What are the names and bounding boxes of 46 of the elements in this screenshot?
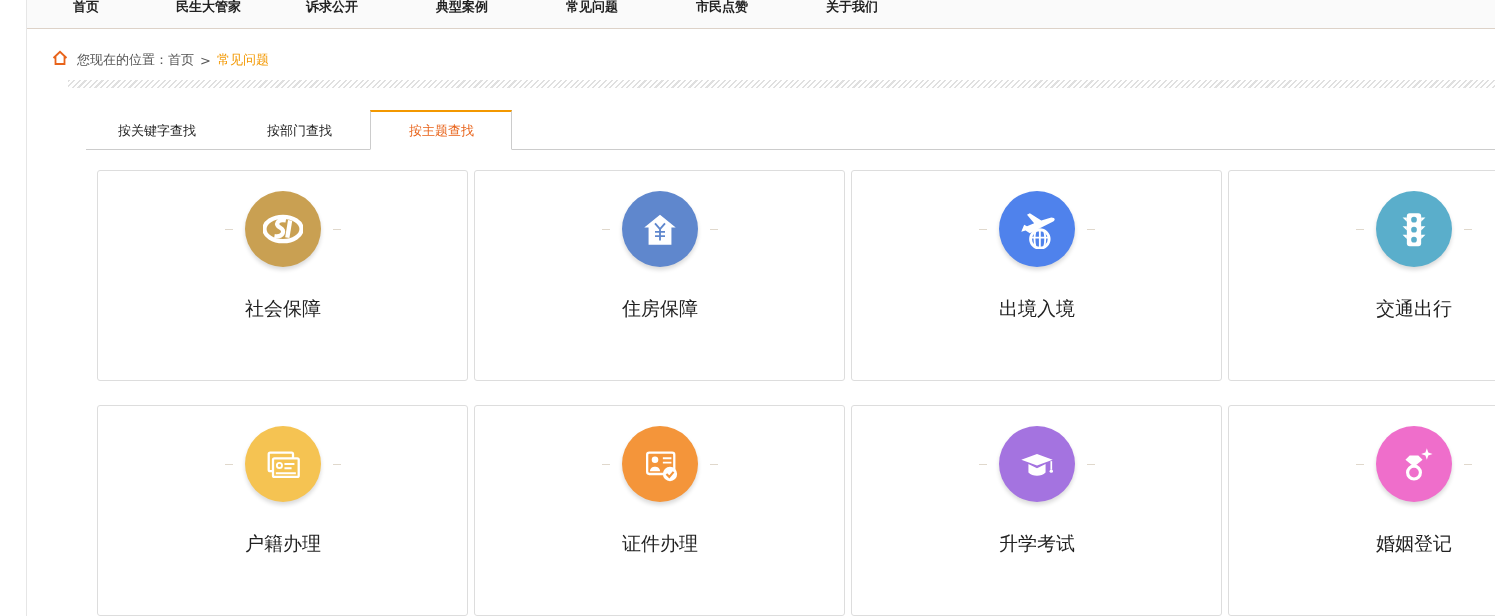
topic-title: 户籍办理 <box>244 531 321 556</box>
topic-card[interactable]: 证件办理 <box>474 405 845 616</box>
topic-card[interactable]: 升学考试 <box>851 405 1222 616</box>
nav-link[interactable]: 常见问题 <box>566 0 696 14</box>
tab[interactable]: 按关键字查找 <box>86 110 228 150</box>
topic-title: 出境入境 <box>998 296 1075 321</box>
dash-mark <box>1463 228 1472 230</box>
topic-title: 住房保障 <box>621 296 698 321</box>
dash-mark <box>601 228 610 230</box>
topic-card[interactable]: 住房保障 <box>474 170 845 381</box>
topic-card[interactable]: 社会保障 <box>97 170 468 381</box>
dash-mark <box>224 228 233 230</box>
dash-mark <box>1355 228 1364 230</box>
topic-card[interactable]: 婚姻登记 <box>1228 405 1495 616</box>
nav-link[interactable]: 民生大管家 <box>176 0 306 14</box>
dash-mark <box>709 228 718 230</box>
dash-mark <box>224 463 233 465</box>
topic-card[interactable]: 出境入境 <box>851 170 1222 381</box>
nav-link[interactable]: 首页 <box>73 0 176 14</box>
topic-title: 升学考试 <box>998 531 1075 556</box>
dash-mark <box>1463 463 1472 465</box>
dash-mark <box>978 228 987 230</box>
topic-title: 交通出行 <box>1375 296 1452 321</box>
nav-link[interactable]: 关于我们 <box>826 0 956 14</box>
tab[interactable]: 按主题查找 <box>370 110 512 150</box>
nav-link[interactable]: 典型案例 <box>436 0 566 14</box>
topic-title: 证件办理 <box>621 531 698 556</box>
dash-mark <box>1086 228 1095 230</box>
topic-title: 婚姻登记 <box>1375 531 1452 556</box>
dash-mark <box>709 463 718 465</box>
dash-mark <box>332 463 341 465</box>
topic-card[interactable]: 交通出行 <box>1228 170 1495 381</box>
dash-mark <box>332 228 341 230</box>
topic-card[interactable]: 户籍办理 <box>97 405 468 616</box>
tab[interactable]: 按部门查找 <box>228 110 370 150</box>
breadcrumb-separator: > <box>200 52 211 68</box>
nav-link[interactable]: 诉求公开 <box>306 0 436 14</box>
dash-mark <box>1355 463 1364 465</box>
dash-mark <box>978 463 987 465</box>
breadcrumb-label: 您现在的位置： <box>77 51 168 69</box>
topic-title: 社会保障 <box>244 296 321 321</box>
dash-mark <box>601 463 610 465</box>
dash-mark <box>1086 463 1095 465</box>
nav-link[interactable]: 市民点赞 <box>696 0 826 14</box>
breadcrumb-link[interactable]: 首页 <box>168 51 194 69</box>
home-icon <box>52 50 68 66</box>
